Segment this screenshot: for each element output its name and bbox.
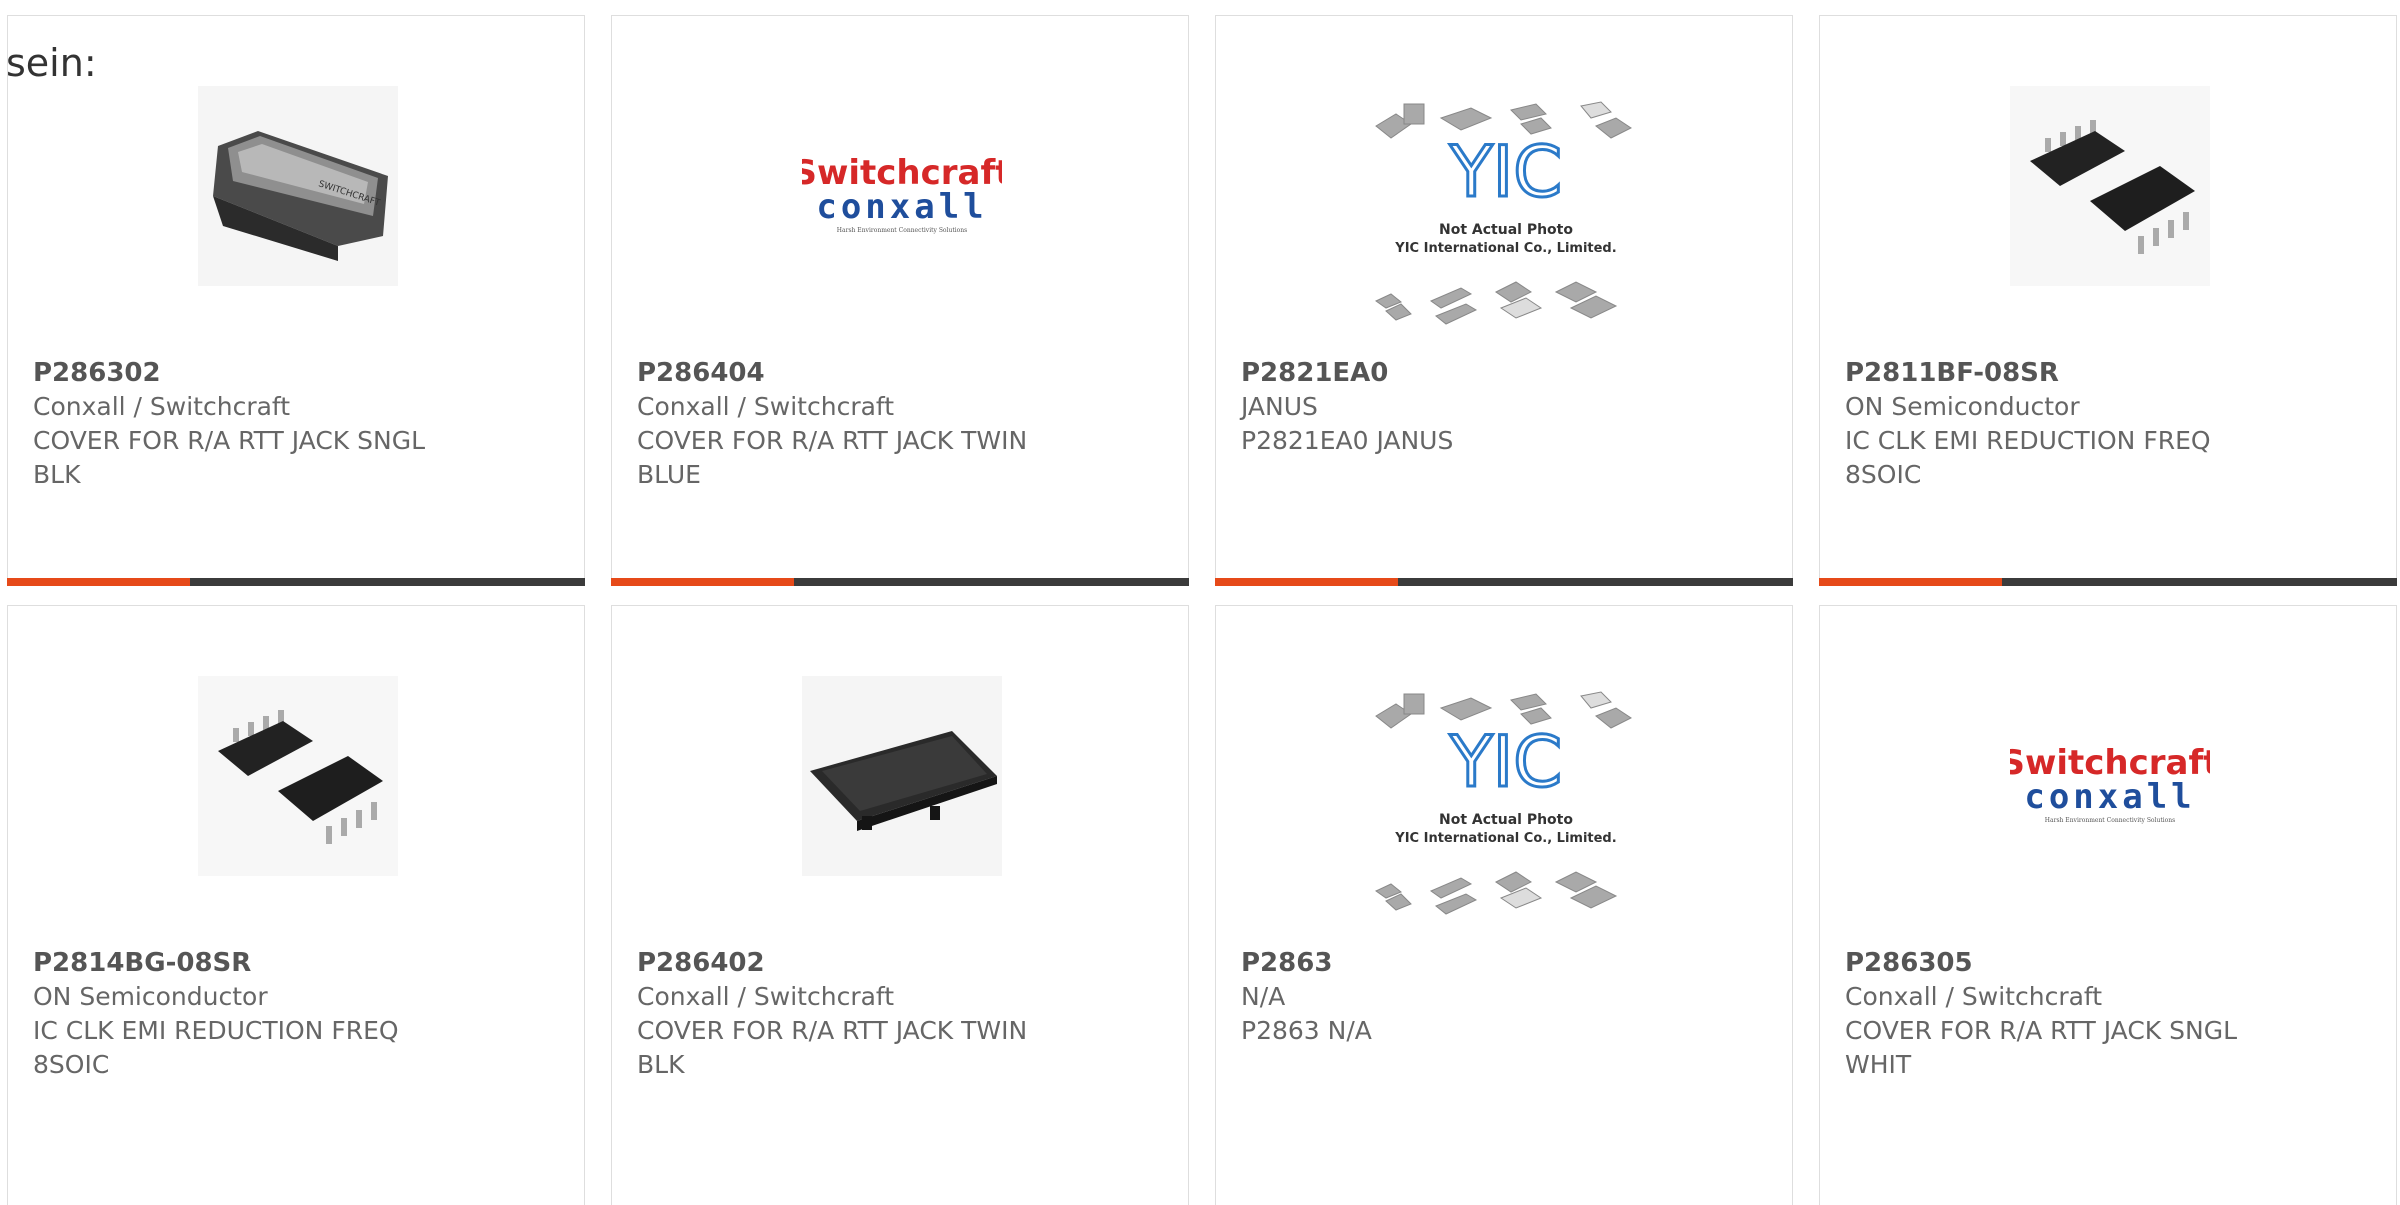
product-info: P2811BF-08SR ON Semiconductor IC CLK EMI… <box>1845 356 2376 492</box>
product-image[interactable]: SWITCHCRAFT <box>198 86 398 286</box>
product-info: P286305 Conxall / Switchcraft COVER FOR … <box>1845 946 2376 1082</box>
part-number[interactable]: P286302 <box>33 356 564 390</box>
svg-text:Harsh Environment Connectivity: Harsh Environment Connectivity Solutions <box>2045 817 2175 824</box>
description: COVER FOR R/A RTT JACK TWIN <box>637 426 1028 455</box>
description: COVER FOR R/A RTT JACK TWIN <box>637 1016 1028 1045</box>
switchcraft-conxall-logo[interactable]: Switchcraft conxall Harsh Environment Co… <box>792 86 1011 286</box>
manufacturer: Conxall / Switchcraft <box>33 392 291 421</box>
description: COVER FOR R/A RTT JACK SNGL <box>1845 1016 2237 1045</box>
product-card[interactable]: Switchcraft conxall Harsh Environment Co… <box>1819 605 2397 1205</box>
manufacturer: Conxall / Switchcraft <box>637 392 895 421</box>
svg-text:YIC International Co., Limited: YIC International Co., Limited. <box>1394 831 1616 846</box>
svg-text:YIC: YIC <box>1449 131 1562 213</box>
part-number[interactable]: P286404 <box>637 356 1168 390</box>
product-card[interactable]: P2811BF-08SR ON Semiconductor IC CLK EMI… <box>1819 15 2397 586</box>
description-continued: 8SOIC <box>1845 460 1922 489</box>
product-image[interactable] <box>198 676 398 876</box>
manufacturer: Conxall / Switchcraft <box>1845 982 2103 1011</box>
product-info: P286302 Conxall / Switchcraft COVER FOR … <box>33 356 564 492</box>
card-footer-bar <box>1819 578 2397 586</box>
card-accent <box>7 578 190 586</box>
card-footer-bar <box>7 578 585 586</box>
card-footer-bar <box>611 578 1189 586</box>
part-number[interactable]: P2863 <box>1241 946 1772 980</box>
svg-text:Harsh Environment Connectivity: Harsh Environment Connectivity Solutions <box>837 227 967 234</box>
manufacturer: ON Semiconductor <box>1845 392 2080 421</box>
card-accent <box>1819 578 2002 586</box>
svg-text:conxall: conxall <box>2024 777 2195 817</box>
product-info: P286404 Conxall / Switchcraft COVER FOR … <box>637 356 1168 492</box>
product-card[interactable]: Switchcraft conxall Harsh Environment Co… <box>611 15 1189 586</box>
part-number[interactable]: P2814BG-08SR <box>33 946 564 980</box>
yic-placeholder-image[interactable]: YIC Not Actual Photo YIC International C… <box>1366 686 1646 926</box>
product-card[interactable]: P286402 Conxall / Switchcraft COVER FOR … <box>611 605 1189 1205</box>
manufacturer: N/A <box>1241 982 1286 1011</box>
product-info: P2863 N/A P2863 N/A <box>1241 946 1772 1048</box>
svg-text:Not Actual Photo: Not Actual Photo <box>1439 812 1573 828</box>
svg-text:conxall: conxall <box>816 187 987 227</box>
yic-placeholder-image[interactable]: YIC Not Actual Photo YIC International C… <box>1366 96 1646 336</box>
product-info: P2821EA0 JANUS P2821EA0 JANUS <box>1241 356 1772 458</box>
part-number[interactable]: P286402 <box>637 946 1168 980</box>
part-number[interactable]: P286305 <box>1845 946 2376 980</box>
description-continued: WHIT <box>1845 1050 1912 1079</box>
description-continued: BLUE <box>637 460 701 489</box>
part-number[interactable]: P2811BF-08SR <box>1845 356 2376 390</box>
product-grid: SWITCHCRAFT P286302 Conxall / Switchcraf… <box>0 0 2400 1205</box>
product-info: P2814BG-08SR ON Semiconductor IC CLK EMI… <box>33 946 564 1082</box>
description-continued: BLK <box>637 1050 685 1079</box>
svg-text:Not Actual Photo: Not Actual Photo <box>1439 222 1573 238</box>
product-info: P286402 Conxall / Switchcraft COVER FOR … <box>637 946 1168 1082</box>
switchcraft-conxall-logo[interactable]: Switchcraft conxall Harsh Environment Co… <box>2000 676 2219 876</box>
product-card[interactable]: YIC Not Actual Photo YIC International C… <box>1215 15 1793 586</box>
description: IC CLK EMI REDUCTION FREQ <box>1845 426 2211 455</box>
description-continued: BLK <box>33 460 81 489</box>
description: IC CLK EMI REDUCTION FREQ <box>33 1016 399 1045</box>
product-card[interactable]: SWITCHCRAFT P286302 Conxall / Switchcraf… <box>7 15 585 586</box>
manufacturer: JANUS <box>1241 392 1318 421</box>
description: P2821EA0 JANUS <box>1241 426 1454 455</box>
product-image[interactable] <box>802 676 1002 876</box>
product-image[interactable] <box>2010 86 2210 286</box>
manufacturer: Conxall / Switchcraft <box>637 982 895 1011</box>
part-number[interactable]: P2821EA0 <box>1241 356 1772 390</box>
product-card[interactable]: P2814BG-08SR ON Semiconductor IC CLK EMI… <box>7 605 585 1205</box>
card-accent <box>611 578 794 586</box>
page-label: sein: <box>6 41 97 85</box>
description: COVER FOR R/A RTT JACK SNGL <box>33 426 425 455</box>
card-footer-bar <box>1215 578 1793 586</box>
svg-text:YIC: YIC <box>1449 721 1562 803</box>
product-card[interactable]: YIC Not Actual Photo YIC International C… <box>1215 605 1793 1205</box>
description: P2863 N/A <box>1241 1016 1372 1045</box>
description-continued: 8SOIC <box>33 1050 110 1079</box>
svg-text:YIC International Co., Limited: YIC International Co., Limited. <box>1394 241 1616 256</box>
manufacturer: ON Semiconductor <box>33 982 268 1011</box>
card-accent <box>1215 578 1398 586</box>
